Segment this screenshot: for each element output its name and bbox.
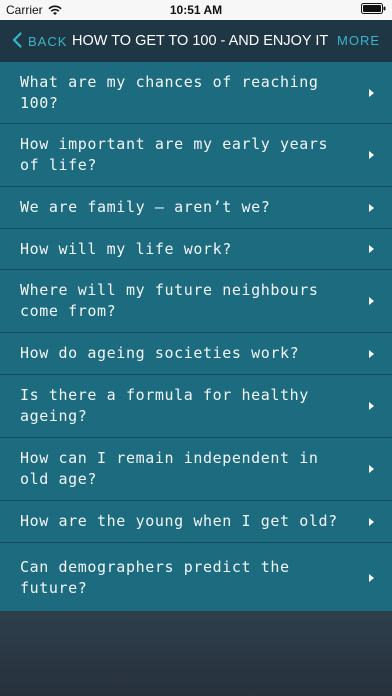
back-button[interactable]: BACK xyxy=(12,20,67,62)
chevron-right-icon xyxy=(369,465,374,473)
chevron-right-icon xyxy=(369,517,374,526)
list-item-family[interactable]: We are family – aren’t we? xyxy=(0,187,392,229)
list-item-label: How important are my early years of life… xyxy=(20,135,329,174)
more-button[interactable]: MORE xyxy=(337,20,380,62)
list-item-demographers[interactable]: Can demographers predict the future? xyxy=(0,543,392,613)
chevron-right-icon xyxy=(369,88,374,97)
navigation-bar: BACK HOW TO GET TO 100 - AND ENJOY IT MO… xyxy=(0,20,392,62)
chevron-right-icon xyxy=(369,297,374,305)
page-title: HOW TO GET TO 100 - AND ENJOY IT xyxy=(72,33,329,49)
list-item-neighbours[interactable]: Where will my future neighbours come fro… xyxy=(0,270,392,333)
list-item-label: What are my chances of reaching 100? xyxy=(20,72,319,112)
list-item-life-work[interactable]: How will my life work? xyxy=(0,229,392,270)
question-list: What are my chances of reaching 100? How… xyxy=(0,62,392,613)
chevron-right-icon xyxy=(369,573,374,582)
list-item-label: How do ageing societies work? xyxy=(20,344,300,362)
list-item-label: Can demographers predict the future? xyxy=(20,557,290,597)
list-item-independent[interactable]: How can I remain independent in old age? xyxy=(0,438,392,501)
list-item-label: Is there a formula for healthy ageing? xyxy=(20,386,309,425)
background-area xyxy=(0,611,392,696)
chevron-right-icon xyxy=(369,203,374,212)
status-time: 10:51 AM xyxy=(169,3,223,17)
list-item-label: We are family – aren’t we? xyxy=(20,198,271,216)
list-item-label: How will my life work? xyxy=(20,239,232,258)
list-item-label: How are the young when I get old? xyxy=(20,512,338,530)
chevron-right-icon xyxy=(369,151,374,159)
battery-icon xyxy=(361,3,386,14)
chevron-left-icon xyxy=(12,31,22,51)
status-right xyxy=(361,3,386,14)
list-item-label: How can I remain independent in old age? xyxy=(20,449,319,488)
chevron-right-icon xyxy=(369,245,374,253)
back-button-label: BACK xyxy=(28,33,68,49)
list-item-chances-100[interactable]: What are my chances of reaching 100? xyxy=(0,62,392,124)
chevron-right-icon xyxy=(369,349,374,358)
list-item-young[interactable]: How are the young when I get old? xyxy=(0,501,392,543)
list-item-ageing-societies[interactable]: How do ageing societies work? xyxy=(0,333,392,375)
list-item-early-years[interactable]: How important are my early years of life… xyxy=(0,124,392,187)
list-item-label: Where will my future neighbours come fro… xyxy=(20,281,319,320)
list-item-healthy-ageing[interactable]: Is there a formula for healthy ageing? xyxy=(0,375,392,438)
chevron-right-icon xyxy=(369,402,374,410)
app-screen: Carrier 10:51 AM BACK HOW TO GET TO 100 … xyxy=(0,0,392,696)
status-bar: Carrier 10:51 AM xyxy=(0,0,392,20)
